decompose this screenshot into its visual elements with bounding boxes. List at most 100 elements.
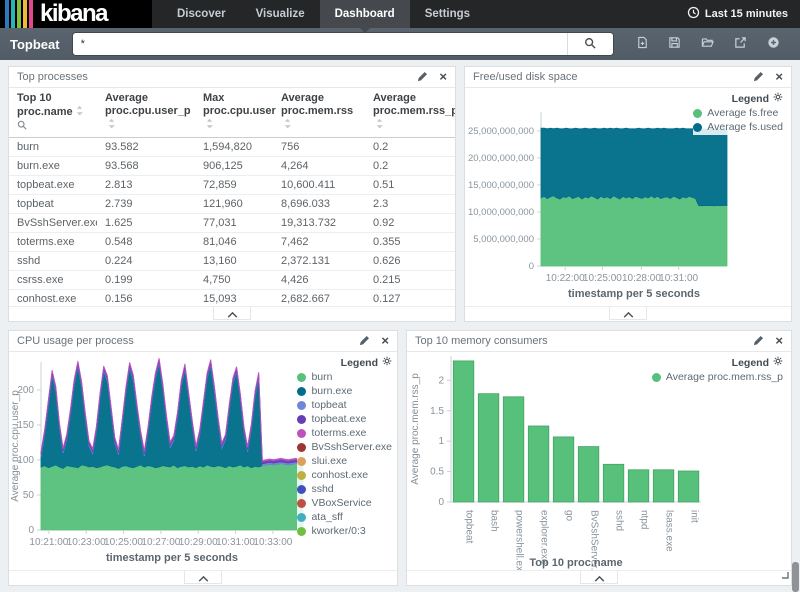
legend-item[interactable]: ata_sff <box>297 511 392 523</box>
table-cell: 0.355 <box>365 233 455 252</box>
edit-panel-button[interactable] <box>348 334 370 349</box>
bar-topbeat[interactable] <box>453 361 474 502</box>
edit-panel-button[interactable] <box>742 70 764 85</box>
svg-text:lsass.exe: lsass.exe <box>664 510 675 552</box>
svg-text:powershell.exe: powershell.exe <box>514 510 525 570</box>
legend-label: topbeat <box>311 399 346 411</box>
gear-icon <box>773 356 783 369</box>
bar-powershell.exe[interactable] <box>503 397 524 502</box>
svg-text:2: 2 <box>438 375 444 386</box>
collapse-panel-button[interactable] <box>580 571 618 584</box>
column-header[interactable]: Averageproc.mem.rss_p <box>365 88 455 138</box>
bar-BvSshServer.exe[interactable] <box>578 447 599 502</box>
column-header[interactable]: Maxproc.cpu.user <box>195 88 273 138</box>
query-bar <box>72 32 614 56</box>
save-dashboard-button[interactable] <box>666 34 683 54</box>
edit-panel-button[interactable] <box>406 70 428 85</box>
cpu-chart-container: 05010015020010:21:0010:23:0010:25:0010:2… <box>9 352 397 570</box>
share-dashboard-button[interactable] <box>732 34 749 54</box>
remove-panel-button[interactable]: × <box>370 336 389 346</box>
bar-init[interactable] <box>678 471 699 502</box>
open-dashboard-button[interactable] <box>699 34 716 54</box>
collapse-panel-button[interactable] <box>213 307 251 320</box>
column-search-icon[interactable] <box>17 120 27 134</box>
tab-visualize[interactable]: Visualize <box>241 0 320 28</box>
resize-handle-icon[interactable] <box>781 566 789 584</box>
collapse-panel-button[interactable] <box>184 571 222 584</box>
table-cell: 15,093 <box>195 290 273 307</box>
legend-item[interactable]: conhost.exe <box>297 469 392 481</box>
svg-text:0: 0 <box>438 497 444 508</box>
svg-text:ntpd: ntpd <box>639 510 650 529</box>
bar-bash[interactable] <box>478 394 499 502</box>
remove-panel-button[interactable]: × <box>764 72 783 82</box>
legend-item[interactable]: VBoxService <box>297 497 392 509</box>
query-input[interactable] <box>73 33 567 55</box>
panel-header: Top 10 memory consumers × <box>407 331 791 352</box>
legend-toggle[interactable]: Legend <box>297 356 392 369</box>
legend-item[interactable]: Average fs.used <box>693 121 783 133</box>
legend-item[interactable]: topbeat <box>297 399 392 411</box>
legend-item[interactable]: Average proc.mem.rss_p <box>652 371 783 383</box>
table-cell: 0.626 <box>365 252 455 271</box>
legend-item[interactable]: BvSshServer.exe <box>297 441 392 453</box>
bar-lsass.exe[interactable] <box>653 470 674 502</box>
table-cell: 906,125 <box>195 157 273 176</box>
new-dashboard-button[interactable] <box>634 34 651 54</box>
legend-swatch <box>297 415 306 424</box>
legend-item[interactable]: slui.exe <box>297 455 392 467</box>
disk-chart-container: 05,000,000,00010,000,000,00015,000,000,0… <box>465 88 791 306</box>
legend-item[interactable]: kworker/0:3 <box>297 525 392 537</box>
legend-label: toterms.exe <box>311 427 366 439</box>
panel-cpu-usage: CPU usage per process × 05010015020010:2… <box>8 330 398 586</box>
legend-label: conhost.exe <box>311 469 368 481</box>
svg-text:0: 0 <box>529 261 534 272</box>
table-cell: 93.568 <box>97 157 195 176</box>
svg-text:25,000,000,000: 25,000,000,000 <box>468 126 534 137</box>
time-picker[interactable]: Last 15 minutes <box>687 0 800 28</box>
legend-swatch <box>297 513 306 522</box>
column-header[interactable]: Averageproc.mem.rss <box>273 88 365 138</box>
page-scrollbar[interactable] <box>792 562 799 592</box>
legend-label: topbeat.exe <box>311 413 366 425</box>
svg-text:10:25:00: 10:25:00 <box>104 537 143 548</box>
table-cell: sshd <box>9 252 97 271</box>
remove-panel-button[interactable]: × <box>428 72 447 82</box>
remove-panel-button[interactable]: × <box>764 336 783 346</box>
dashboard-title: Topbeat <box>10 37 60 52</box>
nav-tabs: DiscoverVisualizeDashboardSettings <box>162 0 485 28</box>
legend-item[interactable]: Average fs.free <box>693 107 783 119</box>
tab-discover[interactable]: Discover <box>162 0 241 28</box>
cpu-legend: Legend burn burn.exe topbeat topbeat.exe tote… <box>297 356 392 539</box>
tab-settings[interactable]: Settings <box>410 0 485 28</box>
table-cell: 10,600.411 <box>273 176 365 195</box>
search-button[interactable] <box>567 33 613 55</box>
legend-title: Legend <box>341 357 378 369</box>
svg-text:20,000,000,000: 20,000,000,000 <box>468 153 534 164</box>
legend-item[interactable]: toterms.exe <box>297 427 392 439</box>
legend-item[interactable]: sshd <box>297 483 392 495</box>
legend-item[interactable]: burn <box>297 371 392 383</box>
legend-item[interactable]: topbeat.exe <box>297 413 392 425</box>
table-cell: topbeat.exe <box>9 176 97 195</box>
legend-label: Average fs.free <box>707 107 778 119</box>
kibana-logo[interactable]: kibana <box>0 0 152 28</box>
table-cell: 0.548 <box>97 233 195 252</box>
column-header[interactable]: Top 10 proc.name <box>9 88 97 138</box>
legend-item[interactable]: burn.exe <box>297 385 392 397</box>
bar-ntpd[interactable] <box>628 470 649 502</box>
collapse-panel-button[interactable] <box>609 307 647 320</box>
bar-sshd[interactable] <box>603 464 624 502</box>
column-header[interactable]: Averageproc.cpu.user_p <box>97 88 195 138</box>
edit-panel-button[interactable] <box>742 334 764 349</box>
gear-icon <box>382 356 392 369</box>
tab-dashboard[interactable]: Dashboard <box>320 0 410 28</box>
add-visualization-button[interactable] <box>765 34 782 54</box>
bar-go[interactable] <box>553 437 574 502</box>
panel-footer <box>407 570 791 585</box>
bar-explorer.exe[interactable] <box>528 426 549 502</box>
legend-toggle[interactable]: Legend <box>693 92 783 105</box>
legend-toggle[interactable]: Legend <box>652 356 783 369</box>
svg-text:10,000,000,000: 10,000,000,000 <box>468 207 534 218</box>
table-cell: 0.199 <box>97 271 195 290</box>
